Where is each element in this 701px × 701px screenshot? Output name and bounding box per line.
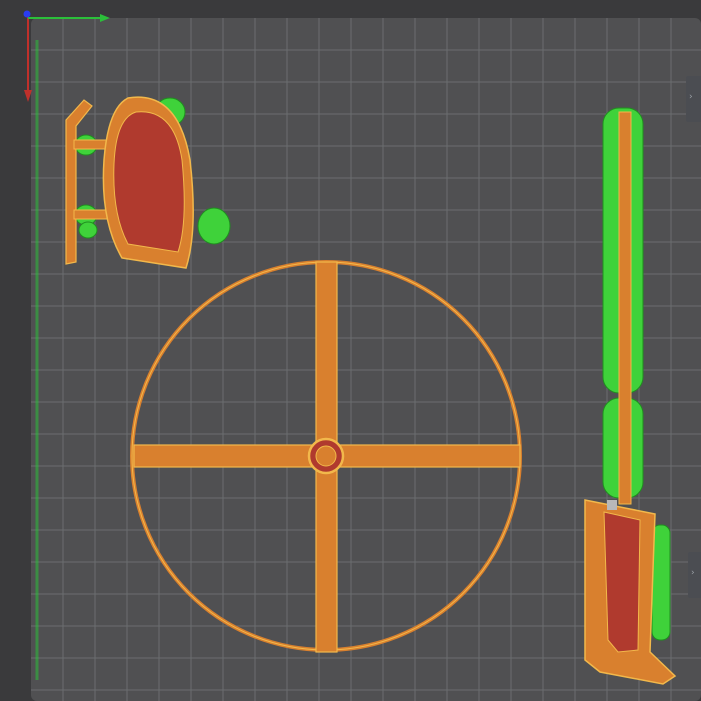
print-bed-canvas[interactable] <box>0 0 701 701</box>
3d-viewport[interactable]: › › <box>0 0 701 701</box>
panel-tab-icon[interactable]: › <box>686 76 701 122</box>
panel-tab-icon[interactable]: › <box>688 552 701 598</box>
chevron-icon: › <box>689 92 693 102</box>
chevron-icon: › <box>691 568 695 578</box>
